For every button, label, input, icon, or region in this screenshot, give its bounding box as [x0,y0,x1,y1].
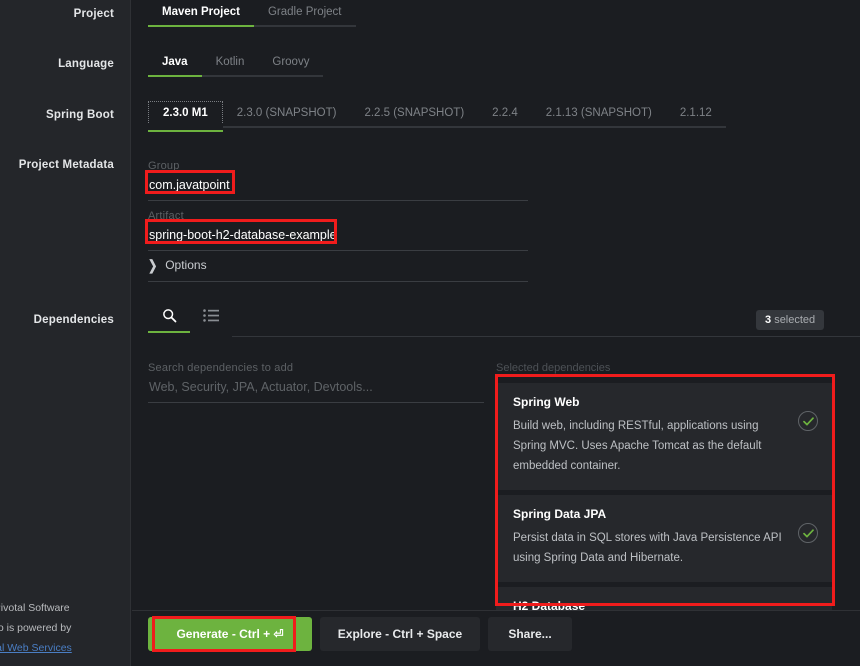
dependency-search-input[interactable]: Web, Security, JPA, Actuator, Devtools..… [148,378,484,403]
tab-version-2-3-0-m1-underline [148,130,223,132]
dependency-card-spring-web[interactable]: Spring Web Build web, including RESTful,… [496,383,832,490]
tab-version-2-1-12-underline [665,126,726,128]
sidebar-label-spring-boot: Spring Boot [46,109,114,121]
selected-count-badge: 3 selected [756,310,825,330]
footer: -2020 Pivotal Software spring.io is powe… [0,598,131,658]
group-input[interactable]: com.javatpoint [148,176,528,201]
tab-version-2-3-0-snapshot-underline [222,126,351,128]
tab-kotlin-underline [201,75,259,77]
pivotal-web-services-link[interactable]: Pivotal Web Services [0,642,72,654]
dependency-title: Spring Web [513,395,580,409]
group-field-label: Group [148,160,180,172]
tab-version-2-1-13-snapshot-label: 2.1.13 (SNAPSHOT) [545,107,652,119]
tab-maven-project[interactable]: Maven Project [148,6,254,27]
tab-version-2-3-0-m1[interactable]: 2.3.0 M1 [148,101,223,132]
dependency-card-h2-database[interactable]: H2 Database Provides a fast in-memory da… [496,587,832,611]
tab-version-2-2-5-snapshot[interactable]: 2.2.5 (SNAPSHOT) [350,107,479,128]
list-icon [203,309,219,322]
dependency-card-spring-data-jpa[interactable]: Spring Data JPA Persist data in SQL stor… [496,495,832,582]
tab-gradle-project-underline [253,25,356,27]
tab-version-2-2-4-label: 2.2.4 [492,107,518,119]
tab-kotlin-label: Kotlin [215,56,245,68]
sidebar-label-language: Language [58,58,114,70]
selected-dependencies-heading: Selected dependencies [496,362,611,374]
tab-version-2-2-4[interactable]: 2.2.4 [478,107,532,128]
tab-groovy-label: Groovy [272,56,310,68]
tab-version-2-3-0-m1-label: 2.3.0 M1 [148,101,223,123]
spring-boot-version-tabs: 2.3.0 M1 2.3.0 (SNAPSHOT) 2.2.5 (SNAPSHO… [148,101,726,132]
selected-count-number: 3 [765,314,772,326]
tab-gradle-project[interactable]: Gradle Project [253,6,356,27]
artifact-input[interactable]: spring-boot-h2-database-example [148,226,528,251]
tab-version-2-2-5-snapshot-label: 2.2.5 (SNAPSHOT) [364,107,465,119]
tab-groovy-underline [258,75,324,77]
tab-version-2-2-4-underline [478,126,532,128]
check-circle-icon[interactable] [798,411,818,431]
sidebar: Project Language Spring Boot Project Met… [0,0,131,666]
chevron-right-icon: ❯ [148,258,158,274]
project-type-tabs: Maven Project Gradle Project [148,6,356,27]
selected-count-text: selected [774,314,816,326]
action-bar: Generate - Ctrl + ⏎ Explore - Ctrl + Spa… [132,610,860,666]
footer-link-line: d Pivotal Web Services [0,638,131,658]
main-content: Maven Project Gradle Project Java Kotlin… [132,0,860,666]
dependency-search-field[interactable]: Search dependencies to add Web, Security… [148,362,484,403]
dependency-search-label: Search dependencies to add [148,362,294,374]
footer-copyright: -2020 Pivotal Software [0,602,70,614]
group-field[interactable]: Group com.javatpoint [148,160,528,201]
artifact-field-label: Artifact [148,210,184,222]
tab-java[interactable]: Java [148,56,202,77]
tab-gradle-project-label: Gradle Project [267,6,342,18]
tab-kotlin[interactable]: Kotlin [201,56,259,77]
dependency-list-tab-underline [190,331,232,333]
tab-version-2-3-0-snapshot-label: 2.3.0 (SNAPSHOT) [236,107,337,119]
tab-version-2-2-5-snapshot-underline [350,126,479,128]
sidebar-label-dependencies: Dependencies [33,314,114,326]
tab-version-2-3-0-snapshot[interactable]: 2.3.0 (SNAPSHOT) [222,107,351,128]
selected-dependencies-panel: Selected dependencies Spring Web Build w… [496,362,832,611]
sidebar-label-project: Project [73,8,114,20]
options-label: Options [165,258,207,272]
tab-version-2-1-12-label: 2.1.12 [679,107,712,119]
options-toggle[interactable]: ❯ Options [148,258,528,282]
check-circle-icon[interactable] [798,523,818,543]
sidebar-label-project-metadata: Project Metadata [18,159,114,171]
spring-initializr-page: Project Language Spring Boot Project Met… [0,0,860,666]
tab-version-2-1-13-snapshot-underline [531,126,666,128]
tab-maven-project-underline [148,25,254,27]
search-icon [162,308,177,323]
artifact-field[interactable]: Artifact spring-boot-h2-database-example [148,210,528,251]
tab-maven-project-label: Maven Project [162,6,240,18]
tab-groovy[interactable]: Groovy [258,56,324,77]
language-tabs: Java Kotlin Groovy [148,56,324,77]
dependency-tabs-divider [232,336,860,337]
dependency-search-tab-underline [148,331,190,333]
dependency-view-tabs [148,308,232,333]
tab-java-label: Java [162,56,188,68]
tab-version-2-1-13-snapshot[interactable]: 2.1.13 (SNAPSHOT) [531,107,666,128]
dependency-description: Build web, including RESTful, applicatio… [513,420,762,472]
dependency-list-tab[interactable] [190,308,232,333]
selected-dependencies-list: Spring Web Build web, including RESTful,… [496,383,832,611]
tab-java-underline [148,75,202,77]
dependency-title: Spring Data JPA [513,507,607,521]
explore-button[interactable]: Explore - Ctrl + Space [320,617,480,651]
share-button[interactable]: Share... [488,617,572,651]
footer-powered-by: spring.io is powered by [0,622,72,634]
dependency-search-tab[interactable] [148,308,190,333]
tab-version-2-1-12[interactable]: 2.1.12 [665,107,726,128]
dependency-description: Persist data in SQL stores with Java Per… [513,532,782,564]
generate-button[interactable]: Generate - Ctrl + ⏎ [148,617,312,651]
